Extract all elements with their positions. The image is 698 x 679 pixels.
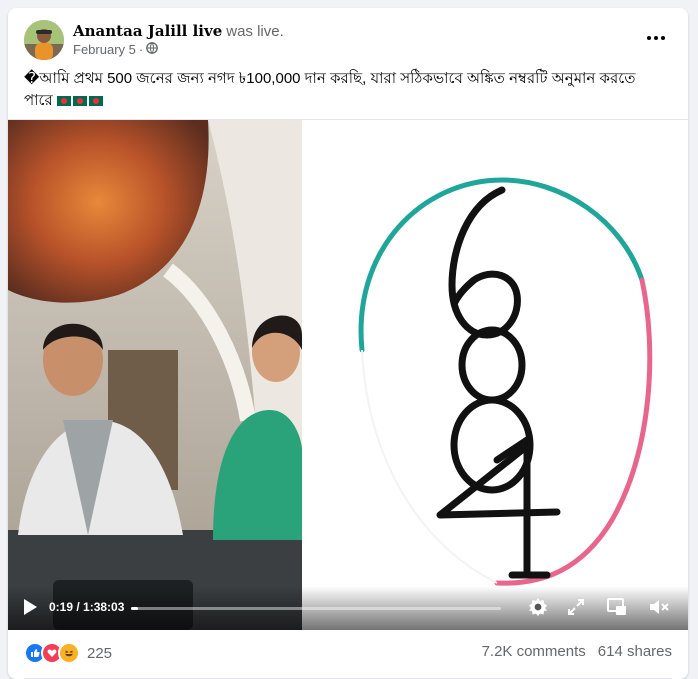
- more-dot: [661, 36, 665, 40]
- more-options-button[interactable]: [644, 28, 668, 48]
- post-stats: 7.2K comments 614 shares: [482, 643, 672, 660]
- post-message: �আমি প্রথম 500 জনের জন্য নগদ ৳100,000 দা…: [24, 70, 636, 109]
- drawing-canvas: [302, 120, 688, 630]
- video-time: 0:19 / 1:38:03: [49, 600, 125, 614]
- post-footer: 225 7.2K comments 614 shares: [8, 629, 688, 679]
- author-name[interactable]: Anantaa Jalill live: [73, 22, 222, 40]
- globe-icon: [146, 42, 159, 57]
- post-card: Anantaa Jalill live was live. February 5 …: [8, 8, 688, 679]
- bangladesh-flag-icon: [56, 96, 71, 107]
- post-meta: February 5 ·: [73, 42, 159, 57]
- date-separator: ·: [138, 42, 144, 57]
- bangladesh-flag-icon: [72, 96, 87, 107]
- drawn-number-illustration: [358, 177, 653, 586]
- more-dot: [654, 36, 658, 40]
- settings-icon[interactable]: [528, 597, 548, 622]
- picture-in-picture-icon[interactable]: [607, 598, 627, 621]
- comments-count-link[interactable]: 7.2K comments: [482, 643, 586, 660]
- flag-emojis: [56, 92, 105, 109]
- video-progress-fill: [131, 607, 139, 610]
- avatar[interactable]: [24, 20, 64, 60]
- video-player[interactable]: 0:19 / 1:38:03: [8, 119, 688, 630]
- fullscreen-icon[interactable]: [567, 598, 585, 621]
- more-dot: [647, 36, 651, 40]
- post-text: �আমি প্রথম 500 জনের জন্য নগদ ৳100,000 দা…: [24, 68, 664, 112]
- author-line: Anantaa Jalill live was live.: [73, 22, 284, 41]
- reaction-count: 225: [87, 644, 113, 662]
- reaction-summary[interactable]: 225: [24, 642, 112, 664]
- post-date[interactable]: February 5: [73, 42, 136, 57]
- video-controls: 0:19 / 1:38:03: [8, 586, 688, 630]
- post-header: Anantaa Jalill live was live. February 5 …: [8, 8, 688, 68]
- volume-muted-icon[interactable]: [648, 598, 670, 621]
- video-progress-bar[interactable]: [131, 607, 501, 610]
- camera-scene: [8, 120, 302, 630]
- haha-icon: [58, 642, 80, 664]
- video-camera-feed: [8, 120, 302, 630]
- play-icon[interactable]: [22, 598, 38, 621]
- bangladesh-flag-icon: [88, 96, 103, 107]
- live-status: was live.: [226, 23, 284, 40]
- shares-count-link[interactable]: 614 shares: [598, 643, 672, 660]
